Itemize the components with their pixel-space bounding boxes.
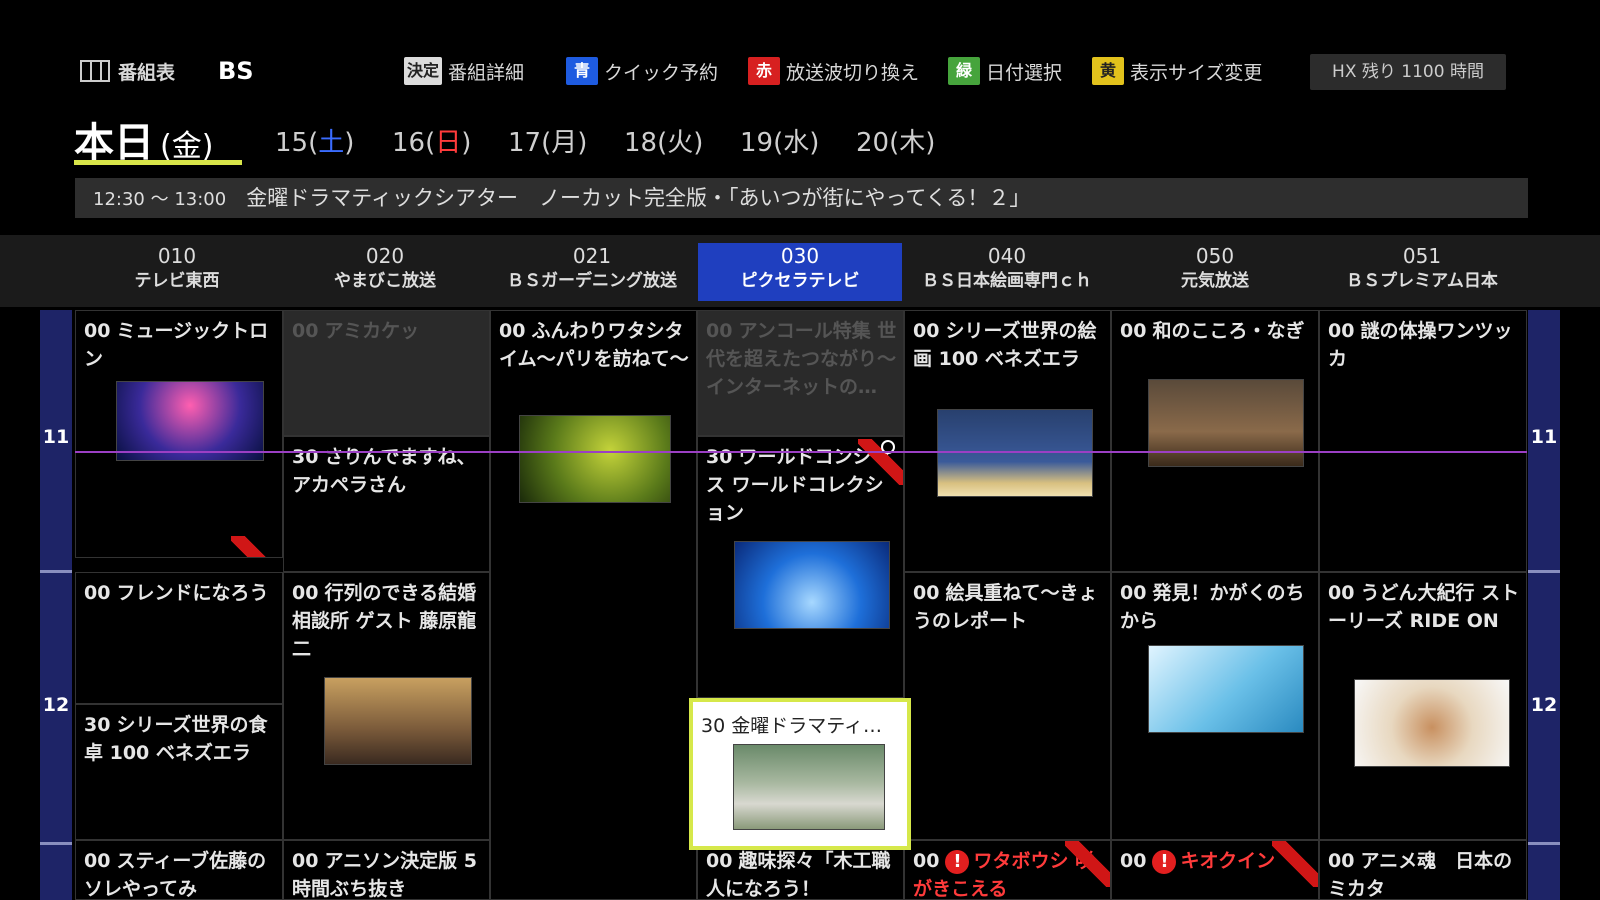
epg-title: 番組表 [80,55,175,87]
program-cell[interactable]: 00 シリーズ世界の絵画 100 ベネズエラ [904,310,1111,572]
program-thumbnail [937,409,1093,497]
alert-icon: ! [945,849,970,874]
channel-050[interactable]: 050 元気放送 [1113,243,1317,301]
date-selected-underline [74,160,242,165]
date-tab[interactable]: 19(水) [740,122,819,159]
key-yellow-size-change[interactable]: 黄 表示サイズ変更 [1092,55,1262,87]
hour-label: 11 [1530,426,1558,448]
hour-separator [40,570,72,573]
date-tab[interactable]: 15(土) [275,122,354,159]
hour-separator [40,842,72,845]
program-cell[interactable]: 00 絵具重ねて～きょうのレポート [904,572,1111,840]
program-cell[interactable]: 30 さりんでますね、アカペラさん [283,436,490,572]
program-cell[interactable]: 00 アンコール特集 世代を超えたつながり～インターネットの… [697,310,904,436]
channel-header: 010 テレビ東西 020 やまびこ放送 021 ＢＳガーデニング放送 030 ピクセラ… [0,235,1600,307]
green-key-icon: 緑 [948,57,980,85]
date-tab[interactable]: 20(木) [856,122,935,159]
program-thumbnail [734,541,890,629]
hour-label: 11 [42,426,70,448]
reserve-flag-icon [1272,841,1318,887]
selected-program-cell[interactable]: 30 金曜ドラマティ… [689,698,911,850]
channel-051[interactable]: 051 ＢＳプレミアム日本 [1320,243,1524,301]
program-cell[interactable]: 00 スティーブ佐藤のソレやってみ [75,840,283,900]
channel-020[interactable]: 020 やまびこ放送 [283,243,487,301]
red-key-icon: 赤 [748,57,780,85]
key-label: 表示サイズ変更 [1130,61,1263,84]
program-cell[interactable]: 00! キオクイン [1111,840,1319,900]
key-label: 番組詳細 [448,61,525,84]
reserve-flag-icon [231,536,277,557]
program-thumbnail [519,415,671,503]
program-cell[interactable]: 00 行列のできる結婚相談所 ゲスト 藤原龍二 [283,572,490,840]
ok-key-icon: 決定 [404,57,443,85]
program-cell[interactable]: 30 ワールドコンシャス ワールドコレクション [697,436,904,698]
program-thumbnail [733,744,885,830]
yellow-key-icon: 黄 [1092,57,1124,85]
hour-separator [1528,842,1560,845]
program-cell[interactable]: 00 ミュージックトロン [75,310,283,558]
program-cell[interactable]: 00! ワタボウシ 咲がきこえる [904,840,1111,900]
blue-key-icon: 青 [566,57,598,85]
date-tab[interactable]: 17(月) [508,122,587,159]
program-cell[interactable]: 00 発見！かがくのちから [1111,572,1319,840]
key-red-switch-band[interactable]: 赤 放送波切り換え [748,55,919,87]
program-info-bar: 12:30 ～ 13:00 金曜ドラマティックシアター ノーカット完全版・「あいつ… [75,178,1528,218]
program-cell[interactable]: 00 謎の体操ワンツッカ [1319,310,1527,572]
program-time: 12:30 ～ 13:00 [93,189,227,210]
program-cell[interactable]: 00 和のこころ・なぎ [1111,310,1319,572]
program-cell[interactable]: 00 アニソン決定版 5時間ぶち抜き [283,840,490,900]
program-cell[interactable]: 00 アミカケッ [283,310,490,436]
program-thumbnail [1354,679,1510,767]
program-thumbnail [324,677,472,765]
time-column-right [1528,310,1560,900]
key-blue-quick-reserve[interactable]: 青 クイック予約 [566,55,718,87]
date-tab[interactable]: 16(日) [392,122,471,159]
current-time-line [75,451,1527,453]
hour-label: 12 [1530,694,1558,716]
program-title: 金曜ドラマティックシアター ノーカット完全版・「あいつが街にやってくる！２」 [246,186,1031,210]
today-dow: (金) [160,129,214,164]
time-column-left [40,310,72,900]
hour-separator [1528,570,1560,573]
channel-030[interactable]: 030 ピクセラテレビ [698,243,902,301]
program-cell[interactable]: 00 アニメ魂 日本のミカタ [1319,840,1527,900]
key-green-date-select[interactable]: 緑 日付選択 [948,55,1062,87]
key-label: クイック予約 [604,61,719,84]
program-thumbnail [1148,379,1304,467]
alert-icon: ! [1152,849,1177,874]
program-thumbnail [1148,645,1304,733]
reserve-flag-icon [1065,841,1110,887]
hdd-remaining: HX 残り 1100 時間 [1310,54,1506,90]
top-bar: 番組表 BS 決定 番組詳細 青 クイック予約 赤 放送波切り換え 緑 日付選択… [0,0,1600,110]
epg-label: 番組表 [118,61,176,84]
program-cell[interactable]: 30 シリーズ世界の食卓 100 ベネズエラ [75,704,283,840]
channel-010[interactable]: 010 テレビ東西 [75,243,279,301]
program-cell[interactable]: 00 ふんわりワタシタイム～パリを訪ねて～ [490,310,697,900]
hour-label: 12 [42,694,70,716]
program-cell[interactable]: 00 フレンドになろう [75,572,283,704]
key-label: 放送波切り換え [786,61,920,84]
key-label: 日付選択 [986,61,1063,84]
key-ok-detail[interactable]: 決定 番組詳細 [404,55,524,87]
grid-icon [80,60,110,82]
date-tab[interactable]: 18(火) [624,122,703,159]
channel-021[interactable]: 021 ＢＳガーデニング放送 [490,243,694,301]
band-label: BS [218,57,254,85]
program-thumbnail [116,381,264,461]
channel-040[interactable]: 040 ＢＳ日本絵画専門ｃｈ [905,243,1109,301]
program-cell[interactable]: 00 うどん大紀行 ストーリーズ RIDE ON [1319,572,1527,840]
